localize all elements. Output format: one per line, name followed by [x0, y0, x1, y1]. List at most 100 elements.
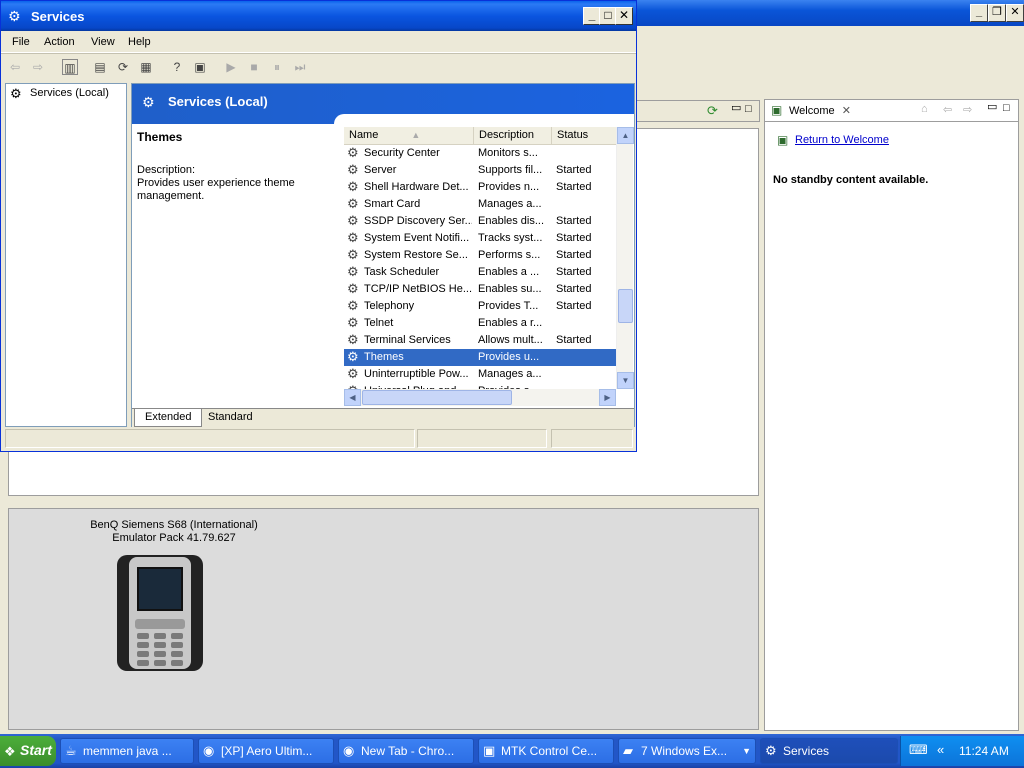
scroll-right-button[interactable]: ▶	[599, 389, 616, 406]
start-service-icon[interactable]: ▶	[223, 59, 239, 75]
service-gear-icon: ⚙	[347, 145, 359, 160]
scroll-up-button[interactable]: ▲	[617, 127, 634, 144]
chrome-icon: ◉	[203, 743, 215, 758]
bg-minimize-button[interactable]: _	[970, 4, 988, 22]
help-icon[interactable]: ?	[169, 59, 185, 75]
scroll-left-button[interactable]: ◀	[344, 389, 361, 406]
table-row[interactable]: ⚙ Telnet Enables a r...	[344, 315, 616, 332]
emulator-title: BenQ Siemens S68 (International) Emulato…	[79, 519, 269, 545]
restart-service-icon[interactable]: ⏭	[292, 59, 308, 75]
return-to-welcome-link[interactable]: Return to Welcome	[795, 134, 889, 146]
phone-image[interactable]	[115, 553, 205, 673]
maximize-view-icon[interactable]: □	[745, 103, 752, 115]
folder-icon: ▰	[623, 743, 633, 758]
show-tree-icon[interactable]: ▥	[62, 59, 78, 75]
horizontal-scrollbar[interactable]: ◀ ▶	[344, 389, 616, 406]
column-description[interactable]: Description	[474, 127, 552, 145]
menu-view[interactable]: View	[91, 36, 115, 48]
taskbar-button[interactable]: ⚙ Services	[760, 738, 898, 764]
table-row[interactable]: ⚙ System Event Notifi... Tracks syst... Sta…	[344, 230, 616, 247]
taskbar-button[interactable]: ▰ 7 Windows Ex... ▼	[618, 738, 756, 764]
menu-file[interactable]: File	[12, 36, 30, 48]
bg-restore-button[interactable]: ❐	[988, 4, 1006, 22]
emulator-panel: BenQ Siemens S68 (International) Emulato…	[8, 508, 759, 730]
home-icon[interactable]: ⌂	[921, 103, 928, 115]
clock[interactable]: 11:24 AM	[959, 744, 1009, 758]
table-row[interactable]: ⚙ Smart Card Manages a...	[344, 196, 616, 213]
export-list-icon[interactable]: ▦	[138, 59, 154, 75]
service-description: Enables dis...	[478, 215, 545, 227]
show-hidden-icons-icon[interactable]: «	[937, 742, 944, 757]
service-status: Started	[556, 249, 592, 261]
tab-extended[interactable]: Extended	[134, 409, 203, 427]
refresh-icon[interactable]: ⟳	[115, 59, 131, 75]
properties-icon[interactable]: ▤	[92, 59, 108, 75]
service-description: Allows mult...	[478, 334, 543, 346]
service-status: Started	[556, 164, 592, 176]
table-row[interactable]: ⚙ SSDP Discovery Ser... Enables dis... Star…	[344, 213, 616, 230]
table-row[interactable]: ⚙ Themes Provides u...	[344, 349, 616, 366]
service-name: TCP/IP NetBIOS He...	[364, 283, 472, 295]
service-description: Manages a...	[478, 198, 542, 210]
menu-action[interactable]: Action	[44, 36, 75, 48]
vertical-scrollbar[interactable]: ▲ ▼	[616, 127, 634, 389]
console-icon[interactable]: ▣	[192, 59, 208, 75]
start-button[interactable]: ❖ Start	[0, 736, 56, 766]
bg-close-button[interactable]: ✕	[1006, 4, 1024, 22]
table-row[interactable]: ⚙ Server Supports fil... Started	[344, 162, 616, 179]
taskbar-button[interactable]: ☕ memmen java ...	[60, 738, 194, 764]
sync-icon[interactable]: ⟳	[707, 103, 718, 119]
service-status: Started	[556, 300, 592, 312]
table-row[interactable]: ⚙ Task Scheduler Enables a ... Started	[344, 264, 616, 281]
table-row[interactable]: ⚙ Uninterruptible Pow... Manages a...	[344, 366, 616, 383]
service-name: Themes	[364, 351, 404, 363]
description-text: Provides user experience theme managemen…	[137, 177, 295, 202]
services-titlebar[interactable]: ⚙ Services _ □ ✕	[1, 1, 636, 31]
table-row[interactable]: ⚙ System Restore Se... Performs s... Starte…	[344, 247, 616, 264]
emulator-model: BenQ Siemens S68 (International)	[90, 519, 258, 531]
tab-welcome[interactable]: ▣ Welcome ✕	[767, 101, 855, 121]
tree-item-label: Services (Local)	[30, 87, 109, 99]
back-icon[interactable]: ⇦	[7, 59, 23, 75]
h-scroll-thumb[interactable]	[362, 390, 512, 405]
back-icon[interactable]: ⇦	[943, 103, 952, 116]
keyboard-icon[interactable]: ⌨	[909, 742, 928, 758]
service-description: Enables a ...	[478, 266, 540, 278]
taskbar-button[interactable]: ◉ [XP] Aero Ultim...	[198, 738, 334, 764]
service-description: Provides n...	[478, 181, 540, 193]
table-row[interactable]: ⚙ Terminal Services Allows mult... Started	[344, 332, 616, 349]
scroll-thumb[interactable]	[618, 289, 633, 323]
service-description: Supports fil...	[478, 164, 543, 176]
bg-view-header: ⟳ ▭ □	[636, 100, 760, 122]
pause-service-icon[interactable]: ⏸	[269, 59, 285, 75]
service-name: System Restore Se...	[364, 249, 468, 261]
minimize-view-icon[interactable]: ▭	[987, 100, 997, 113]
forward-icon[interactable]: ⇨	[30, 59, 46, 75]
taskbar-button-label: Services	[783, 744, 830, 758]
minimize-view-icon[interactable]: ▭	[731, 101, 741, 114]
maximize-view-icon[interactable]: □	[1003, 102, 1010, 114]
table-row[interactable]: ⚙ TCP/IP NetBIOS He... Enables su... Starte…	[344, 281, 616, 298]
column-name[interactable]: Name ▲	[344, 127, 474, 145]
close-button[interactable]: ✕	[615, 7, 633, 25]
stop-service-icon[interactable]: ■	[246, 59, 262, 75]
tree-item-services-local[interactable]: ⚙ Services (Local)	[10, 86, 109, 101]
table-row[interactable]: ⚙ Security Center Monitors s...	[344, 145, 616, 162]
service-status: Started	[556, 334, 592, 346]
service-description: Monitors s...	[478, 147, 538, 159]
taskbar-button[interactable]: ▣ MTK Control Ce...	[478, 738, 614, 764]
close-tab-icon[interactable]: ✕	[842, 105, 851, 117]
table-row[interactable]: ⚙ Telephony Provides T... Started	[344, 298, 616, 315]
service-status: Started	[556, 266, 592, 278]
status-cell-1	[5, 429, 415, 448]
welcome-view: ▣ Welcome ✕ ⌂ ⇦ ⇨ ▭ □ ▣ Return to Welcom…	[764, 99, 1019, 731]
scroll-down-button[interactable]: ▼	[617, 372, 634, 389]
tab-standard[interactable]: Standard	[198, 409, 263, 427]
table-row[interactable]: ⚙ Shell Hardware Det... Provides n... Start…	[344, 179, 616, 196]
service-gear-icon: ⚙	[347, 298, 359, 313]
menu-help[interactable]: Help	[128, 36, 151, 48]
forward-icon[interactable]: ⇨	[963, 103, 972, 116]
column-status[interactable]: Status	[552, 127, 616, 145]
group-arrow-icon: ▼	[742, 746, 751, 756]
taskbar-button[interactable]: ◉ New Tab - Chro...	[338, 738, 474, 764]
